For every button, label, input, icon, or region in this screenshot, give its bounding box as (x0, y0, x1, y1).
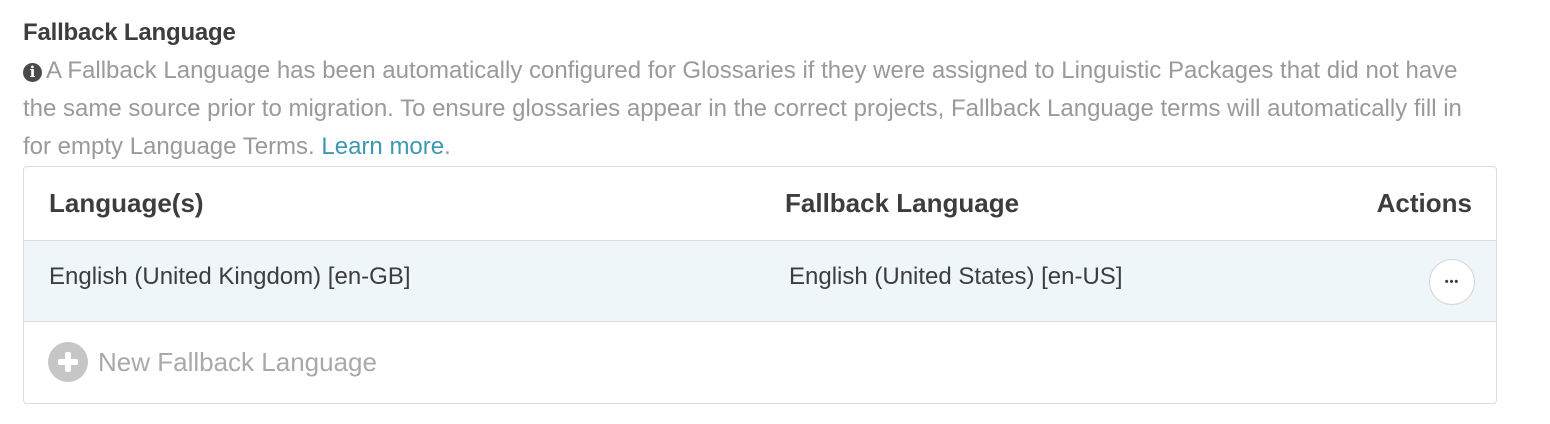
section-title: Fallback Language (23, 19, 236, 46)
column-header-actions: Actions (1376, 188, 1472, 218)
new-fallback-language-label: New Fallback Language (98, 346, 377, 377)
row-languages: English (United Kingdom) [en-GB] (49, 263, 411, 290)
column-header-languages: Language(s) (49, 188, 204, 218)
learn-more-link[interactable]: Learn more (321, 133, 444, 160)
row-fallback-language: English (United States) [en-US] (789, 263, 1123, 290)
table-header: Language(s) Fallback Language Actions (24, 167, 1496, 241)
plus-circle-icon (48, 342, 88, 382)
column-header-fallback-language: Fallback Language (785, 188, 1020, 218)
table-row: English (United Kingdom) [en-GB] English… (24, 241, 1496, 322)
fallback-language-section: Fallback Language iA Fallback Language h… (23, 16, 1497, 166)
info-text: A Fallback Language has been automatical… (23, 57, 1462, 160)
info-icon: i (23, 63, 42, 82)
more-horizontal-icon: ••• (1444, 275, 1460, 288)
info-period: . (444, 133, 451, 160)
add-row: New Fallback Language (24, 322, 1496, 402)
info-message: iA Fallback Language has been automatica… (23, 52, 1493, 166)
new-fallback-language-button[interactable]: New Fallback Language (48, 342, 377, 382)
row-actions-button[interactable]: ••• (1429, 259, 1475, 305)
fallback-language-table: Language(s) Fallback Language Actions En… (23, 166, 1497, 404)
